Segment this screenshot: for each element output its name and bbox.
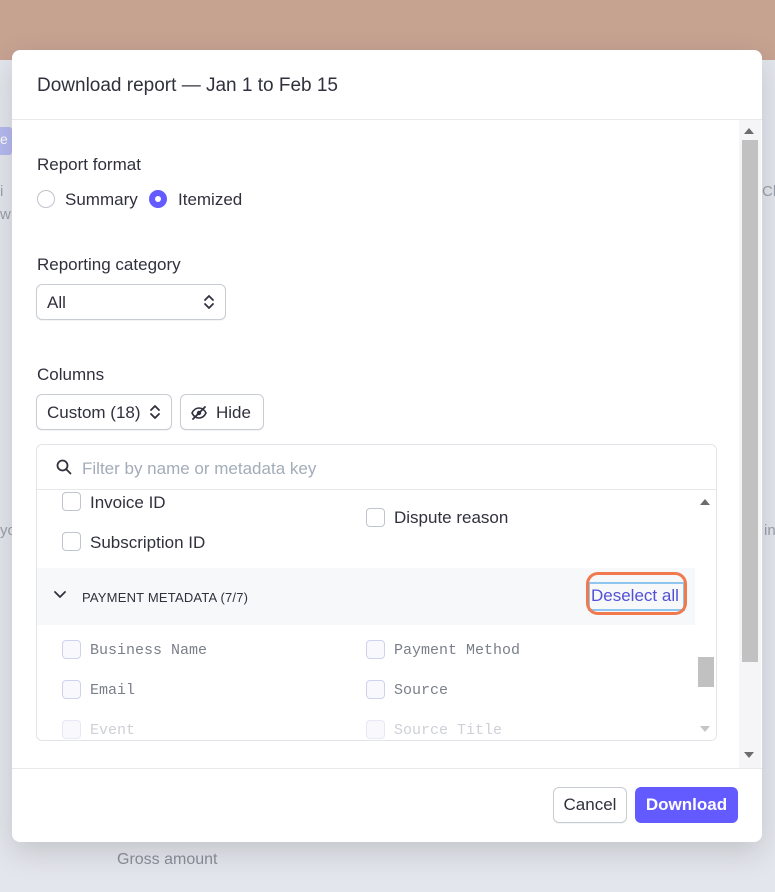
background-fragment: Cl — [762, 183, 775, 200]
modal-footer: Cancel Download — [12, 768, 762, 842]
subscription-id-label[interactable]: Subscription ID — [90, 533, 205, 553]
chevron-up-down-icon — [204, 295, 214, 309]
cancel-button[interactable]: Cancel — [553, 787, 627, 823]
columns-value: Custom (18) — [47, 403, 141, 422]
subscription-id-checkbox[interactable] — [62, 532, 81, 551]
summary-radio-label[interactable]: Summary — [65, 190, 138, 210]
background-fragment: w — [0, 206, 11, 223]
business-name-checkbox[interactable] — [62, 640, 81, 659]
modal-scrollbar[interactable] — [739, 120, 761, 768]
column-filter[interactable]: Filter by name or metadata key — [37, 445, 716, 490]
chevron-up-down-icon — [150, 405, 160, 419]
business-name-label[interactable]: Business Name — [90, 642, 207, 659]
eye-off-icon — [191, 406, 207, 420]
event-label[interactable]: Event — [90, 722, 135, 739]
itemized-radio-label[interactable]: Itemized — [178, 190, 242, 210]
email-label[interactable]: Email — [90, 682, 135, 699]
source-label[interactable]: Source — [394, 682, 448, 699]
scroll-up-arrow[interactable] — [744, 128, 754, 134]
source-title-label[interactable]: Source Title — [394, 722, 502, 739]
invoice-id-checkbox[interactable] — [62, 492, 81, 511]
modal-header: Download report — Jan 1 to Feb 15 — [12, 50, 762, 120]
report-format-label: Report format — [37, 155, 141, 174]
highlight-ring — [586, 572, 687, 615]
payment-method-label[interactable]: Payment Method — [394, 642, 520, 659]
modal-title: Download report — Jan 1 to Feb 15 — [37, 75, 339, 96]
payment-metadata-title: PAYMENT METADATA (7/7) — [82, 590, 249, 605]
background-gross-amount: Gross amount — [117, 851, 218, 868]
column-list-scrollbar[interactable] — [695, 490, 716, 740]
scroll-down-arrow[interactable] — [700, 726, 710, 732]
background-fragment: in — [764, 522, 775, 539]
hide-label: Hide — [216, 403, 251, 422]
source-checkbox[interactable] — [366, 680, 385, 699]
dispute-reason-label[interactable]: Dispute reason — [394, 508, 508, 528]
source-title-checkbox[interactable] — [366, 720, 385, 739]
chevron-down-icon[interactable] — [53, 590, 67, 600]
reporting-category-select[interactable]: All — [36, 284, 226, 320]
scroll-thumb[interactable] — [698, 657, 714, 687]
summary-radio[interactable] — [37, 190, 55, 208]
modal-body[interactable]: Report format Summary Itemized Reporting… — [12, 120, 762, 768]
scroll-down-arrow[interactable] — [744, 752, 754, 758]
event-checkbox[interactable] — [62, 720, 81, 739]
background-fragment: i — [0, 183, 4, 200]
column-list[interactable]: Invoice ID Subscription ID Dispute reaso… — [37, 490, 716, 740]
download-report-modal: Download report — Jan 1 to Feb 15 Report… — [12, 50, 762, 842]
hide-columns-button[interactable]: Hide — [180, 394, 264, 430]
background-fragment: e — [0, 131, 8, 147]
columns-label: Columns — [37, 365, 105, 384]
payment-method-checkbox[interactable] — [366, 640, 385, 659]
dispute-reason-checkbox[interactable] — [366, 508, 385, 527]
search-icon — [56, 459, 72, 475]
itemized-radio[interactable] — [149, 190, 167, 208]
download-button[interactable]: Download — [635, 787, 738, 823]
reporting-category-value: All — [47, 293, 66, 312]
columns-select[interactable]: Custom (18) — [36, 394, 172, 430]
reporting-category-label: Reporting category — [37, 255, 181, 274]
invoice-id-label[interactable]: Invoice ID — [90, 493, 166, 513]
filter-input[interactable]: Filter by name or metadata key — [82, 459, 316, 479]
scroll-thumb[interactable] — [742, 140, 758, 662]
email-checkbox[interactable] — [62, 680, 81, 699]
scroll-up-arrow[interactable] — [700, 499, 710, 505]
